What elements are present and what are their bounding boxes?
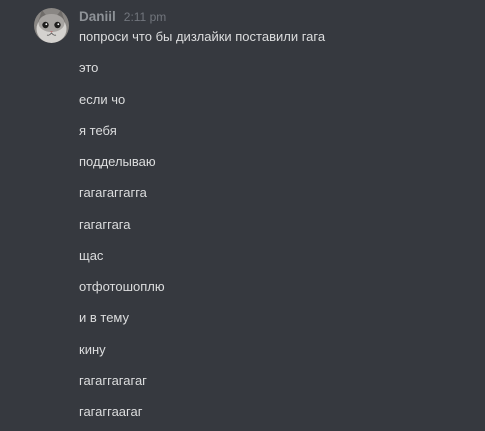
message-text: отфотошоплю (79, 279, 165, 294)
username[interactable]: Daniil (79, 9, 116, 24)
message-text: кину (79, 341, 106, 357)
message-text: гагагаггагга (79, 185, 147, 201)
message-list: попроси что бы дизлайки поставили гага э… (79, 28, 325, 431)
avatar[interactable] (34, 8, 69, 43)
timestamp: 2:11 pm (123, 10, 167, 24)
message-text: это (79, 60, 99, 76)
message-text: я тебя (79, 122, 117, 138)
message-text: гагаггаагаг (79, 404, 143, 419)
message-text: попроси что бы дизлайки поставили гага (79, 29, 326, 44)
chat-message-group: Daniil 2:11 pm попроси что бы дизлайки п… (0, 0, 485, 431)
message-text: щас (79, 247, 104, 263)
message-text: и в тему (79, 310, 130, 326)
message-header: Daniil 2:11 pm (79, 9, 166, 27)
message-text: если чо (79, 91, 126, 107)
message-text: подделываю (79, 154, 156, 169)
cat-avatar-icon (34, 8, 69, 43)
message-text: гагаггагагаг (79, 372, 147, 388)
message-text: гагаггага (79, 216, 131, 232)
